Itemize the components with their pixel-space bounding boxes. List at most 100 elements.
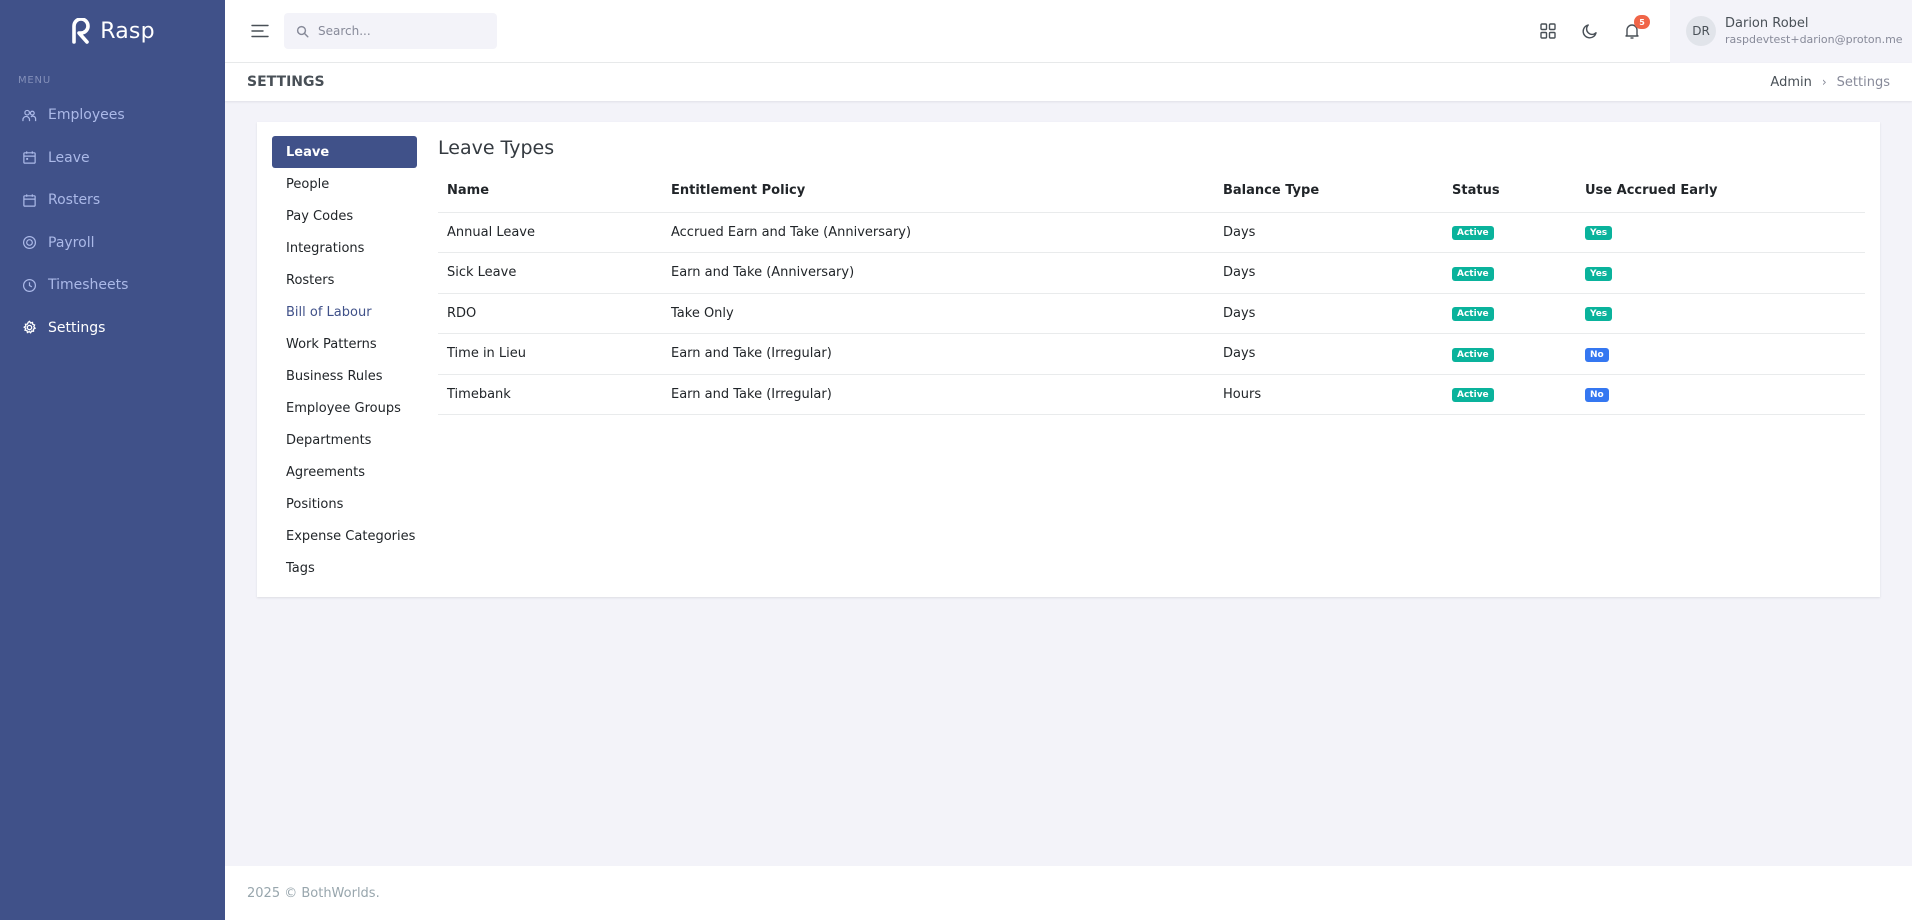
- user-profile-dropdown[interactable]: DR Darion Robel raspdevtest+darion@proto…: [1670, 0, 1912, 63]
- use-accrued-early-badge: Yes: [1585, 226, 1613, 241]
- avatar: DR: [1686, 16, 1716, 46]
- section-title: Leave Types: [438, 137, 555, 159]
- sidebar-item-label: Rosters: [48, 192, 101, 209]
- use-accrued-early-badge: Yes: [1585, 266, 1613, 281]
- hamburger-icon: [251, 24, 269, 38]
- dark-mode-toggle[interactable]: [1569, 10, 1611, 52]
- leave-types-section: Leave Types Name Entitlement Policy Bala…: [438, 136, 1865, 415]
- cell-policy: Take Only: [662, 293, 1214, 334]
- status-badge: Active: [1452, 226, 1494, 241]
- cell-policy: Earn and Take (Irregular): [662, 333, 1214, 375]
- sidebar-item-timesheets[interactable]: Timesheets: [0, 264, 225, 307]
- cell-balance-type: Days: [1214, 252, 1443, 294]
- calendar-grid-icon: [23, 194, 36, 207]
- settings-nav-rosters[interactable]: Rosters: [272, 264, 417, 296]
- menu-title: Menu: [18, 75, 51, 86]
- column-header-name: Name: [438, 170, 662, 213]
- cell-use-accrued-early: Yes: [1576, 212, 1865, 253]
- sidebar-item-employees[interactable]: Employees: [0, 94, 225, 137]
- table-row[interactable]: Time in Lieu Earn and Take (Irregular) D…: [438, 333, 1865, 375]
- page-title-bar: SETTINGS Admin › Settings: [225, 63, 1912, 101]
- cell-name: Time in Lieu: [438, 333, 662, 375]
- cell-name: RDO: [438, 293, 662, 334]
- cell-status: Active: [1443, 252, 1576, 294]
- footer-copyright: 2025 © BothWorlds.: [247, 885, 380, 901]
- status-badge: Active: [1452, 388, 1494, 403]
- cell-use-accrued-early: No: [1576, 333, 1865, 375]
- hamburger-menu-button[interactable]: [248, 19, 272, 43]
- topbar-right: 5 DR Darion Robel raspdevtest+darion@pro…: [1527, 0, 1912, 63]
- settings-nav-pay-codes[interactable]: Pay Codes: [272, 200, 417, 232]
- settings-nav-agreements[interactable]: Agreements: [272, 456, 417, 488]
- sidebar-item-label: Settings: [48, 319, 106, 336]
- cell-use-accrued-early: Yes: [1576, 252, 1865, 294]
- status-badge: Active: [1452, 347, 1494, 362]
- cell-name: Timebank: [438, 374, 662, 415]
- settings-nav: Leave People Pay Codes Integrations Rost…: [272, 136, 417, 584]
- table-row[interactable]: Sick Leave Earn and Take (Anniversary) D…: [438, 252, 1865, 294]
- sidebar-item-label: Employees: [48, 107, 125, 124]
- notification-count-badge: 5: [1634, 15, 1650, 29]
- sidebar-item-settings[interactable]: Settings: [0, 307, 225, 350]
- moon-icon: [1582, 24, 1597, 39]
- footer: 2025 © BothWorlds.: [225, 866, 1912, 920]
- column-header-entitlement-policy: Entitlement Policy: [662, 170, 1214, 213]
- column-header-balance-type: Balance Type: [1214, 170, 1443, 213]
- search-input[interactable]: [318, 24, 478, 38]
- settings-nav-tags[interactable]: Tags: [272, 552, 417, 584]
- cell-use-accrued-early: Yes: [1576, 293, 1865, 334]
- brand-name: Rasp: [100, 18, 155, 44]
- sidebar-item-label: Payroll: [48, 234, 95, 251]
- user-email: raspdevtest+darion@proton.me: [1725, 33, 1903, 46]
- sidebar-item-rosters[interactable]: Rosters: [0, 179, 225, 222]
- sidebar: Rasp Menu Employees Leave Rosters Payrol…: [0, 0, 225, 920]
- leave-types-table: Name Entitlement Policy Balance Type Sta…: [438, 170, 1865, 415]
- cell-policy: Earn and Take (Irregular): [662, 374, 1214, 415]
- table-header-row: Name Entitlement Policy Balance Type Sta…: [438, 170, 1865, 213]
- search-icon: [296, 25, 309, 38]
- settings-nav-employee-groups[interactable]: Employee Groups: [272, 392, 417, 424]
- sidebar-item-label: Leave: [48, 149, 90, 166]
- cell-use-accrued-early: No: [1576, 374, 1865, 415]
- breadcrumb-admin[interactable]: Admin: [1770, 75, 1811, 90]
- brand[interactable]: Rasp: [0, 0, 225, 62]
- sidebar-item-payroll[interactable]: Payroll: [0, 222, 225, 265]
- settings-card: Leave People Pay Codes Integrations Rost…: [257, 122, 1880, 597]
- settings-nav-leave[interactable]: Leave: [272, 136, 417, 168]
- cell-policy: Accrued Earn and Take (Anniversary): [662, 212, 1214, 253]
- settings-nav-departments[interactable]: Departments: [272, 424, 417, 456]
- rasp-logo-icon: [72, 18, 91, 44]
- settings-nav-positions[interactable]: Positions: [272, 488, 417, 520]
- column-header-use-accrued-early: Use Accrued Early: [1576, 170, 1865, 213]
- breadcrumb-current: Settings: [1836, 74, 1890, 90]
- cell-balance-type: Days: [1214, 212, 1443, 253]
- topbar: 5 DR Darion Robel raspdevtest+darion@pro…: [225, 0, 1912, 63]
- cell-balance-type: Days: [1214, 293, 1443, 334]
- user-name: Darion Robel: [1725, 16, 1809, 31]
- use-accrued-early-badge: Yes: [1585, 307, 1613, 322]
- users-icon: [22, 109, 37, 121]
- table-row[interactable]: Timebank Earn and Take (Irregular) Hours…: [438, 374, 1865, 415]
- page-title: SETTINGS: [247, 74, 325, 90]
- search-box: [284, 13, 497, 49]
- settings-nav-people[interactable]: People: [272, 168, 417, 200]
- notifications-button[interactable]: 5: [1611, 10, 1653, 52]
- gear-icon: [23, 320, 37, 335]
- cell-status: Active: [1443, 212, 1576, 253]
- cell-policy: Earn and Take (Anniversary): [662, 252, 1214, 294]
- settings-nav-integrations[interactable]: Integrations: [272, 232, 417, 264]
- table-row[interactable]: RDO Take Only Days Active Yes: [438, 293, 1865, 334]
- cell-balance-type: Hours: [1214, 374, 1443, 415]
- settings-nav-business-rules[interactable]: Business Rules: [272, 360, 417, 392]
- settings-nav-expense-categories[interactable]: Expense Categories: [272, 520, 417, 552]
- use-accrued-early-badge: No: [1585, 388, 1609, 403]
- sidebar-item-leave[interactable]: Leave: [0, 137, 225, 180]
- status-badge: Active: [1452, 266, 1494, 281]
- table-row[interactable]: Annual Leave Accrued Earn and Take (Anni…: [438, 212, 1865, 253]
- dollar-circle-icon: [22, 236, 37, 250]
- breadcrumb: Admin › Settings: [1770, 75, 1890, 90]
- settings-nav-work-patterns[interactable]: Work Patterns: [272, 328, 417, 360]
- settings-nav-bill-of-labour[interactable]: Bill of Labour: [272, 296, 417, 328]
- apps-button[interactable]: [1527, 10, 1569, 52]
- cell-status: Active: [1443, 374, 1576, 415]
